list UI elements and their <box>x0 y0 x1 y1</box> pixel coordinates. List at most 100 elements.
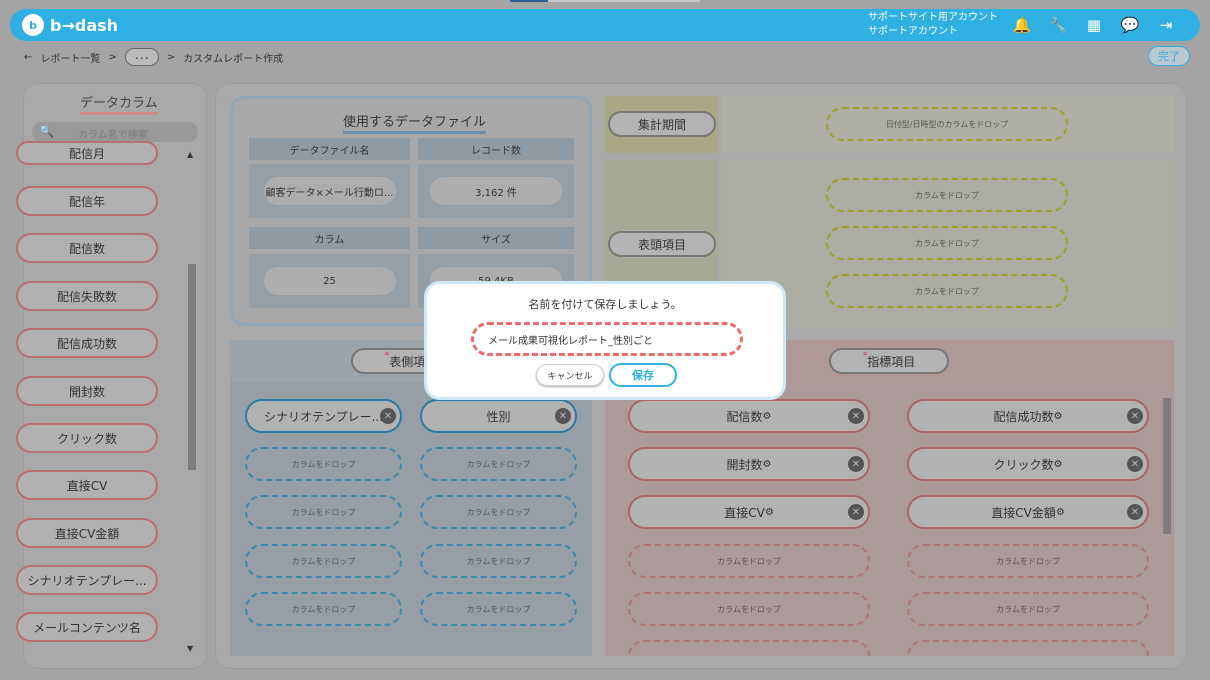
side-drop-zone[interactable]: カラムをドロップ <box>245 592 402 626</box>
metric-chip-label: 直接CV <box>724 505 765 520</box>
metric-drop-zone[interactable]: カラムをドロップ <box>907 544 1149 578</box>
gear-icon[interactable]: ⚙ <box>763 459 772 470</box>
breadcrumb-report-list[interactable]: レポート一覧 <box>40 50 100 65</box>
remove-icon[interactable]: ✕ <box>1127 504 1143 520</box>
filename-header: データファイル名 <box>249 138 410 160</box>
dialog-title: 名前を付けて保存しましょう。 <box>528 298 682 311</box>
logout-icon[interactable]: ⇥ <box>1156 15 1176 35</box>
metric-chip[interactable]: 配信成功数 ⚙ ✕ <box>907 399 1149 433</box>
metrics-scroll-thumb[interactable] <box>1163 398 1171 534</box>
breadcrumb-separator: > <box>166 51 176 63</box>
metric-drop-zone[interactable]: カラムをドロップ <box>907 592 1149 626</box>
done-button[interactable]: 完了 <box>1148 46 1190 66</box>
remove-icon[interactable]: ✕ <box>848 504 864 520</box>
metric-chip[interactable]: 直接CV ⚙ ✕ <box>628 495 870 529</box>
period-label: 集計期間 <box>608 111 716 137</box>
scroll-down-icon[interactable]: ▼ <box>187 644 193 653</box>
column-item[interactable]: 配信月 <box>16 141 158 165</box>
column-item[interactable]: 開封数 <box>16 376 158 406</box>
metric-items-label-text: 指標項目 <box>867 354 916 369</box>
metric-chip[interactable]: 開封数 ⚙ ✕ <box>628 447 870 481</box>
column-item[interactable]: 直接CV金額 <box>16 518 158 548</box>
metric-drop-zone[interactable]: カラムをドロップ <box>628 592 870 626</box>
side-chip[interactable]: 性別 ✕ <box>420 399 577 433</box>
report-name-input[interactable]: メール成果可視化レポート_性別ごと <box>471 322 743 356</box>
side-drop-zone[interactable]: カラムをドロップ <box>420 544 577 578</box>
side-drop-zone[interactable]: カラムをドロップ <box>420 495 577 529</box>
save-button[interactable]: 保存 <box>609 363 677 387</box>
breadcrumb-more-button[interactable]: ･･･ <box>124 48 159 66</box>
side-drop-zone[interactable]: カラムをドロップ <box>420 447 577 481</box>
records-value: 3,162 件 <box>430 177 562 205</box>
head-drop-zone[interactable]: カラムをドロップ <box>826 274 1068 308</box>
required-mark: * <box>862 351 868 361</box>
head-items-label: 表頭項目 <box>608 231 716 257</box>
side-chip-label: シナリオテンプレー... <box>263 409 384 424</box>
breadcrumb-separator: > <box>108 51 117 63</box>
brand-name: b→dash <box>50 15 119 35</box>
gear-icon[interactable]: ⚙ <box>1054 459 1063 470</box>
grid-icon[interactable]: ▦ <box>1084 15 1104 35</box>
side-drop-zone[interactable]: カラムをドロップ <box>245 495 402 529</box>
save-dialog: 名前を付けて保存しましょう。 メール成果可視化レポート_性別ごと キャンセル 保… <box>424 281 786 400</box>
column-item[interactable]: 配信数 <box>16 233 158 263</box>
data-file-title: 使用するデータファイル <box>343 111 487 134</box>
column-item[interactable]: 配信成功数 <box>16 328 158 358</box>
metric-chip[interactable]: 直接CV金額 ⚙ ✕ <box>907 495 1149 529</box>
cancel-button[interactable]: キャンセル <box>536 364 604 386</box>
wrench-icon[interactable]: 🔧 <box>1048 15 1068 35</box>
remove-icon[interactable]: ✕ <box>1127 408 1143 424</box>
columns-header: カラム <box>249 227 410 249</box>
gear-icon[interactable]: ⚙ <box>765 507 774 518</box>
column-item[interactable]: シナリオテンプレー... <box>16 565 158 595</box>
side-chip[interactable]: シナリオテンプレー... ✕ <box>245 399 402 433</box>
search-icon: 🔍 <box>39 124 54 138</box>
breadcrumb: ← レポート一覧 > ･･･ > カスタムレポート作成 <box>24 48 283 66</box>
scroll-up-icon[interactable]: ▲ <box>187 150 193 159</box>
brand-logo[interactable]: b b→dash <box>22 14 118 36</box>
metrics-scrollbar[interactable] <box>1162 390 1172 654</box>
bell-icon[interactable]: 🔔 <box>1012 15 1032 35</box>
metric-items-label: * 指標項目 <box>829 348 949 374</box>
metric-chip[interactable]: クリック数 ⚙ ✕ <box>907 447 1149 481</box>
gear-icon[interactable]: ⚙ <box>1054 411 1063 422</box>
account-info[interactable]: サポートサイト用アカウント サポートアカウント <box>868 11 998 39</box>
remove-icon[interactable]: ✕ <box>848 456 864 472</box>
column-item[interactable]: 直接CV <box>16 470 158 500</box>
column-search-input[interactable]: 🔍 カラム名で検索 <box>32 122 198 142</box>
side-chip-label: 性別 <box>486 409 511 424</box>
column-item[interactable]: メールコンテンツ名 <box>16 612 158 642</box>
period-drop-zone[interactable]: 日付型/日時型のカラムをドロップ <box>826 107 1068 141</box>
chat-icon[interactable]: 💬 <box>1120 15 1140 35</box>
gear-icon[interactable]: ⚙ <box>1056 507 1065 518</box>
head-drop-zone[interactable]: カラムをドロップ <box>826 178 1068 212</box>
breadcrumb-current: カスタムレポート作成 <box>183 53 284 65</box>
top-indicator <box>510 0 548 2</box>
metric-chip-label: 配信数 <box>726 409 763 424</box>
columns-cell: 25 <box>249 254 410 308</box>
back-arrow-icon[interactable]: ← <box>24 52 32 63</box>
remove-icon[interactable]: ✕ <box>555 408 571 424</box>
top-indicator-track <box>548 0 700 2</box>
column-item[interactable]: 配信失敗数 <box>16 281 158 311</box>
metric-drop-zone-partial[interactable] <box>907 640 1149 656</box>
metric-chip-label: クリック数 <box>993 457 1054 472</box>
head-drop-zone[interactable]: カラムをドロップ <box>826 226 1068 260</box>
column-item[interactable]: 配信年 <box>16 186 158 216</box>
metric-drop-zone[interactable]: カラムをドロップ <box>628 544 870 578</box>
metric-chip[interactable]: 配信数 ⚙ ✕ <box>628 399 870 433</box>
remove-icon[interactable]: ✕ <box>380 408 396 424</box>
side-drop-zone[interactable]: カラムをドロップ <box>420 592 577 626</box>
remove-icon[interactable]: ✕ <box>1127 456 1143 472</box>
remove-icon[interactable]: ✕ <box>848 408 864 424</box>
side-drop-zone[interactable]: カラムをドロップ <box>245 447 402 481</box>
side-drop-zone[interactable]: カラムをドロップ <box>245 544 402 578</box>
column-item[interactable]: クリック数 <box>16 423 158 453</box>
columns-value: 25 <box>263 267 396 295</box>
sidebar-scrollbar[interactable]: ▲ ▼ <box>186 150 198 654</box>
metric-drop-zone-partial[interactable] <box>628 640 870 656</box>
gear-icon[interactable]: ⚙ <box>763 411 772 422</box>
metric-chip-label: 配信成功数 <box>993 409 1054 424</box>
metric-chip-label: 直接CV金額 <box>991 505 1056 520</box>
sidebar-scroll-thumb[interactable] <box>188 264 196 470</box>
